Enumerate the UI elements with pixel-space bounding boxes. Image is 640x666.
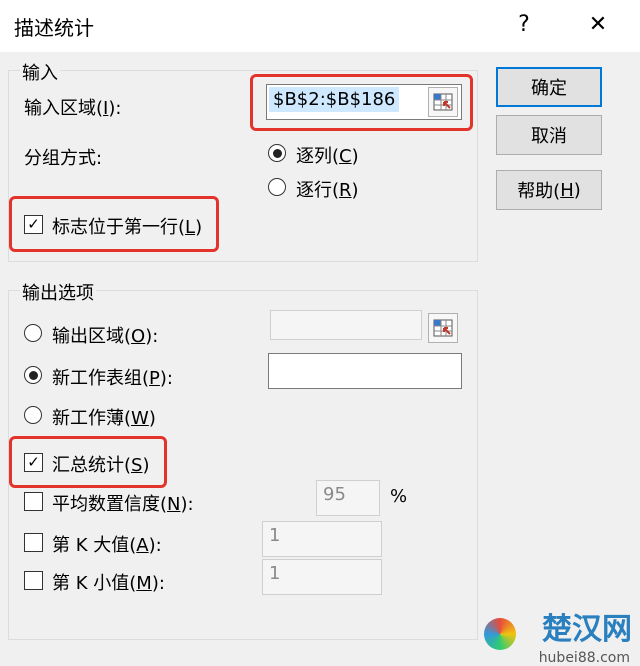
new-sheet-label[interactable]: 新工作表组(P): [52,364,173,390]
kth-largest-field[interactable]: 1 [262,521,382,557]
input-range-label: 输入区域(I): [24,98,122,119]
watermark-sub: hubei88.com [538,650,630,666]
cancel-button[interactable]: 取消 [496,115,602,155]
confidence-label[interactable]: 平均数置信度(N): [52,490,194,516]
kth-largest-checkbox[interactable] [24,533,43,552]
percent-label: % [390,486,408,507]
watermark-logo-icon [484,618,516,650]
output-range-radio[interactable] [24,324,42,342]
close-icon[interactable]: ✕ [582,10,614,40]
labels-highlight [9,196,219,252]
range-highlight [250,74,473,131]
new-workbook-label[interactable]: 新工作薄(W) [52,404,156,430]
summary-highlight [9,436,167,488]
new-workbook-radio[interactable] [24,406,42,424]
dialog-title: 描述统计 [14,16,94,40]
by-column-label[interactable]: 逐列(C) [296,142,359,168]
confidence-value: 95 [323,484,346,505]
by-row-radio[interactable] [268,178,286,196]
ok-button[interactable]: 确定 [496,67,602,107]
watermark-text: 楚汉网 [542,612,632,647]
title-bar [0,0,640,52]
kth-smallest-value: 1 [269,563,281,584]
new-sheet-radio[interactable] [24,366,42,384]
kth-smallest-field[interactable]: 1 [262,559,382,595]
help-button[interactable]: 帮助(H) [496,170,602,210]
kth-largest-value: 1 [269,525,281,546]
output-range-label[interactable]: 输出区域(O): [52,322,158,348]
by-row-label[interactable]: 逐行(R) [296,176,359,202]
kth-smallest-checkbox[interactable] [24,571,43,590]
grouping-label: 分组方式: [24,148,103,169]
confidence-checkbox[interactable] [24,492,43,511]
output-range-field[interactable] [270,310,422,340]
kth-smallest-label[interactable]: 第 K 小值(M): [52,569,165,595]
input-group-label: 输入 [20,59,60,85]
by-column-radio[interactable] [268,144,286,162]
output-range-picker-icon[interactable] [428,313,458,343]
help-icon[interactable]: ? [508,10,540,40]
kth-largest-label[interactable]: 第 K 大值(A): [52,531,162,557]
new-sheet-field[interactable] [268,353,462,389]
confidence-field[interactable]: 95 [316,480,380,516]
output-group-label: 输出选项 [20,279,96,305]
